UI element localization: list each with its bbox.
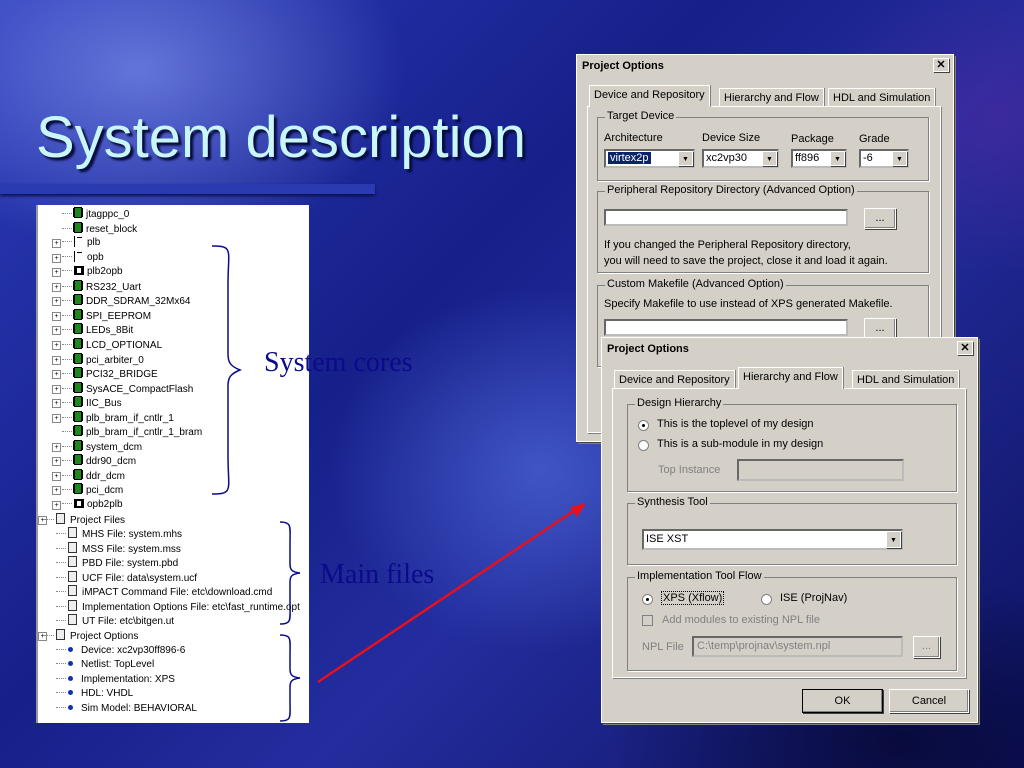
ise-projnav-radio[interactable] (761, 594, 772, 605)
submodule-radio[interactable] (638, 440, 649, 451)
toplevel-label: This is the toplevel of my design (657, 418, 814, 430)
design-hierarchy-legend: Design Hierarchy (635, 397, 724, 409)
add-modules-label: Add modules to existing NPL file (662, 614, 820, 626)
tab-hdl-simulation[interactable]: HDL and Simulation (852, 370, 960, 389)
xps-xflow-radio[interactable] (642, 594, 653, 605)
ok-button[interactable]: OK (802, 689, 883, 713)
cancel-button[interactable]: Cancel (889, 689, 969, 713)
npl-browse-button[interactable]: ... (913, 636, 940, 658)
synthesis-tool-group: Synthesis Tool ISE XST ▼ (627, 496, 957, 565)
top-instance-label: Top Instance (658, 464, 721, 476)
submodule-label: This is a sub-module in my design (657, 438, 824, 450)
close-icon[interactable]: ✕ (957, 341, 973, 355)
add-modules-checkbox[interactable] (642, 615, 653, 626)
chevron-down-icon[interactable]: ▼ (886, 531, 901, 548)
npl-file-field[interactable]: C:\temp\projnav\system.npl (692, 636, 903, 657)
tab-device-repository[interactable]: Device and Repository (589, 85, 710, 107)
top-instance-field[interactable] (737, 459, 904, 481)
npl-file-label: NPL File (642, 641, 684, 653)
synthesis-tool-value: ISE XST (646, 533, 689, 545)
toplevel-radio[interactable] (638, 420, 649, 431)
design-hierarchy-group: Design Hierarchy This is the toplevel of… (627, 397, 957, 492)
implementation-legend: Implementation Tool Flow (635, 570, 764, 582)
synthesis-tool-select[interactable]: ISE XST ▼ (642, 529, 903, 550)
synthesis-legend: Synthesis Tool (635, 496, 710, 508)
tab-panel: Design Hierarchy This is the toplevel of… (612, 388, 966, 678)
dialog-title: Project Options (607, 343, 689, 355)
project-options-dialog-hierarchy[interactable]: Project Options ✕ Device and Repository … (601, 337, 978, 723)
xps-xflow-label: XPS (Xflow) (660, 591, 725, 605)
implementation-flow-group: Implementation Tool Flow XPS (Xflow) ISE… (627, 570, 957, 671)
ise-projnav-label: ISE (ProjNav) (780, 592, 848, 604)
tab-device-repository[interactable]: Device and Repository (614, 370, 735, 389)
tab-hierarchy-flow[interactable]: Hierarchy and Flow (738, 367, 843, 389)
